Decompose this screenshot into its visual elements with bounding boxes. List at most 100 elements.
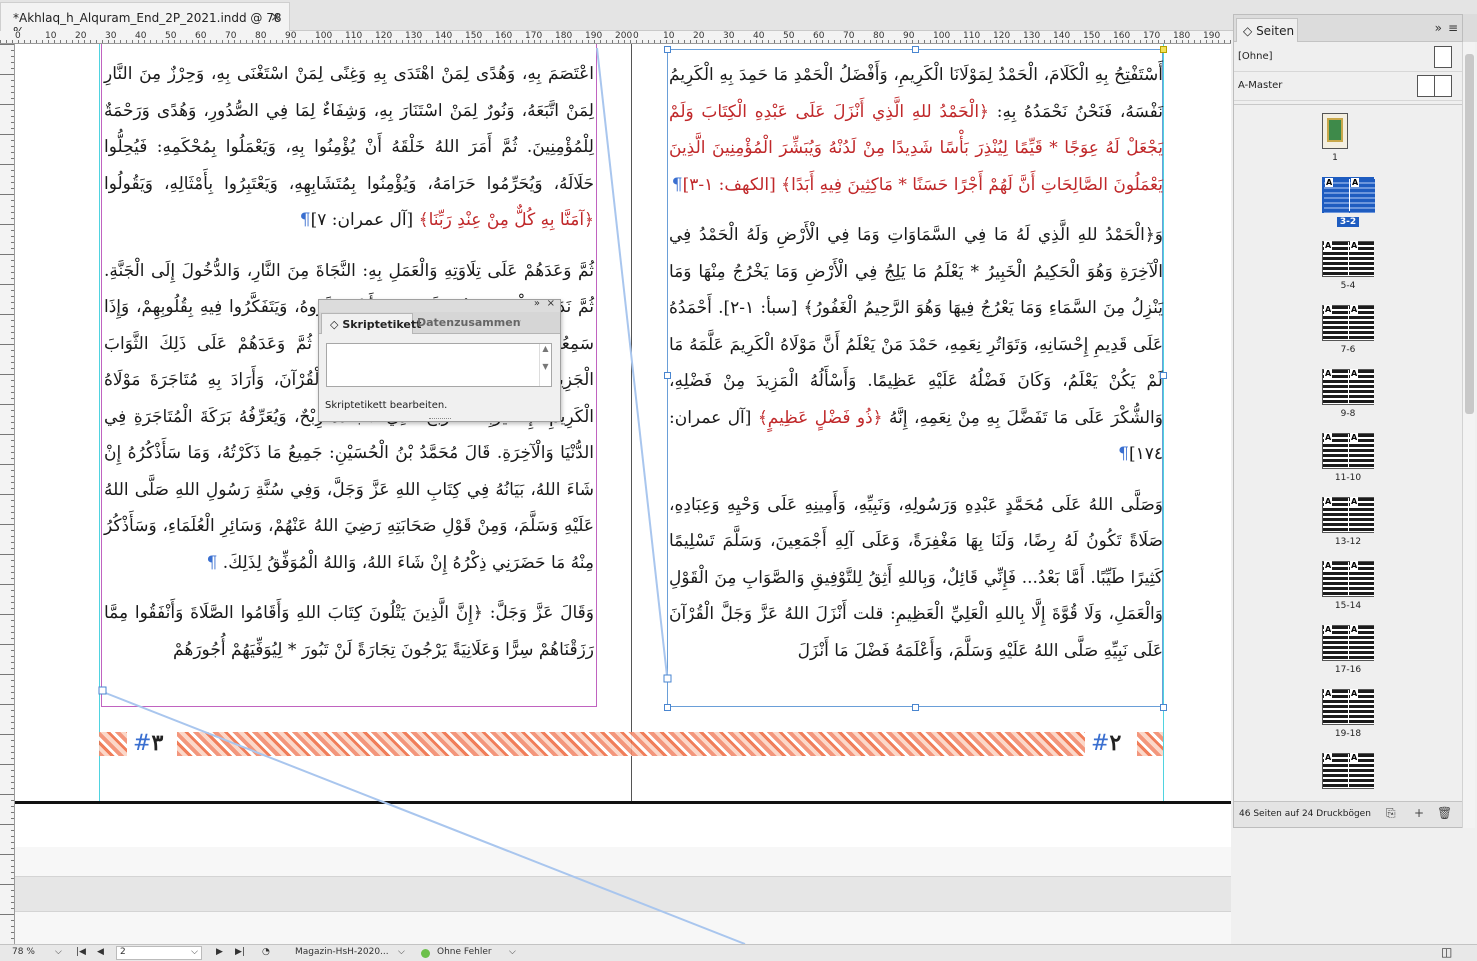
tab-data-merge[interactable]: Datenzusammenfü xyxy=(417,316,521,329)
ruler-tick xyxy=(648,40,649,43)
previous-page-icon[interactable]: ◀ xyxy=(97,947,104,957)
ruler-tick xyxy=(1188,40,1189,43)
ruler-tick xyxy=(11,296,14,297)
view-mode-icon[interactable]: ◫ xyxy=(1441,945,1452,959)
spread-thumbnail[interactable]: 1 xyxy=(1234,113,1434,177)
spread-thumbnail[interactable]: A A 19-18 xyxy=(1234,689,1434,753)
vertical-ruler[interactable] xyxy=(0,44,15,944)
resize-grip[interactable] xyxy=(429,418,451,421)
ruler-tick xyxy=(11,446,14,447)
ruler-tick xyxy=(162,40,163,43)
close-panel-icon[interactable]: × xyxy=(547,298,555,309)
preflight-profile[interactable]: Magazin-HsH-2020... xyxy=(295,947,389,957)
spread-thumbnail[interactable]: A A 11-10 xyxy=(1234,433,1434,497)
spread-thumbnail[interactable]: A A 15-14 xyxy=(1234,561,1434,625)
ruler-tick xyxy=(330,40,331,43)
spread-thumbnail[interactable]: A A 7-6 xyxy=(1234,305,1434,369)
master-a[interactable]: A-Master xyxy=(1234,72,1462,101)
ruler-tick xyxy=(11,656,14,657)
preflight-dropdown-icon[interactable]: ⌵ xyxy=(509,947,516,957)
ruler-tick xyxy=(11,830,14,831)
tab-options-icon: ◇ xyxy=(1243,24,1253,38)
ruler-tick xyxy=(336,40,337,43)
document-tab[interactable]: *Akhlaq_h_Alquram_End_2P_2021.indd @ 78 … xyxy=(0,2,290,39)
page-number-field[interactable]: 2 ⌵ xyxy=(116,946,202,960)
profile-dropdown-icon[interactable]: ⌵ xyxy=(398,947,405,957)
edit-page-size-icon[interactable]: ⎘ xyxy=(1386,806,1396,821)
ruler-tick xyxy=(0,404,14,405)
ruler-tick xyxy=(11,170,14,171)
ruler-tick xyxy=(11,152,14,153)
spread-thumbnail[interactable]: A A 17-16 xyxy=(1234,625,1434,689)
ruler-tick xyxy=(11,206,14,207)
ruler-tick xyxy=(11,860,14,861)
spread-thumbnail[interactable]: A A 5-4 xyxy=(1234,241,1434,305)
ruler-tick xyxy=(234,40,235,43)
ruler-tick xyxy=(11,746,14,747)
ruler-tick xyxy=(48,40,49,43)
panel-title-bar[interactable]: » × xyxy=(319,298,560,312)
master-none[interactable]: [Ohne] xyxy=(1234,43,1462,72)
ruler-tick xyxy=(11,788,14,789)
tab-script-label[interactable]: ◇ Skriptetikett xyxy=(321,313,421,334)
document-canvas[interactable]: اعْتَصَمَ بِهِ، وَهُدًى لِمَنْ اهْتَدَى … xyxy=(15,44,1231,944)
ruler-tick xyxy=(11,62,14,63)
master-thumbnail xyxy=(1434,46,1452,68)
master-letter: A xyxy=(1350,241,1359,250)
ruler-tick xyxy=(0,734,14,735)
spread-label-text: 3-2 xyxy=(1336,217,1360,227)
ruler-tick xyxy=(366,40,367,43)
close-tab-icon[interactable]: × xyxy=(270,10,281,25)
spread-thumbnail[interactable]: A A 9-8 xyxy=(1234,369,1434,433)
master-letter: A xyxy=(1324,561,1333,570)
ruler-tick xyxy=(198,40,199,43)
textarea-scrollbar[interactable]: ▲ ▼ xyxy=(539,344,551,386)
ruler-tick xyxy=(996,40,997,43)
ruler-tick xyxy=(30,40,31,43)
spread-thumbnail[interactable]: A A 13-12 xyxy=(1234,497,1434,561)
ruler-tick xyxy=(11,662,14,663)
horizontal-ruler[interactable]: 0 10 20 30 40 50 60 70 80 90 100 110 120 130 140 150 160… xyxy=(0,31,1231,44)
ruler-tick xyxy=(0,254,14,255)
page-thumbnails[interactable]: 1 A A 3-2 A A 5-4 A A 7-6 A A 9-8 A A 11-10 A A 13-12 A A 15-… xyxy=(1234,104,1462,799)
preflight-status[interactable]: Ohne Fehler xyxy=(437,947,492,957)
spread-label-text: 9-8 xyxy=(1340,409,1356,419)
zoom-dropdown-icon[interactable]: ⌵ xyxy=(55,947,62,957)
ruler-tick xyxy=(1038,40,1039,43)
spread-label: 13-12 xyxy=(1322,537,1374,547)
collapse-panel-icon[interactable]: » xyxy=(534,298,540,309)
ruler-tick xyxy=(0,674,14,675)
open-document-icon[interactable]: ◔ xyxy=(262,947,270,957)
spread-thumbnail[interactable]: AA xyxy=(1234,753,1434,799)
pages-scrollbar[interactable] xyxy=(1462,42,1475,828)
spread-thumbnail[interactable]: A A 3-2 xyxy=(1234,177,1434,241)
ruler-tick xyxy=(11,80,14,81)
script-label-panel[interactable]: » × ◇ Skriptetikett Datenzusammenfü ▲▼ S… xyxy=(318,298,561,422)
ruler-tick xyxy=(276,40,277,43)
collapse-panel-icon[interactable]: » xyxy=(1435,21,1442,35)
last-page-icon[interactable]: ▶| xyxy=(235,947,245,957)
ruler-tick xyxy=(444,40,445,43)
ruler-tick xyxy=(11,596,14,597)
spread-preview: AA xyxy=(1322,433,1374,469)
ruler-tick xyxy=(11,530,14,531)
ruler-tick xyxy=(1218,40,1219,43)
pages-panel[interactable]: ◇ Seiten » ≡ [Ohne] A-Master 1 A A 3-2 A A 5-4… xyxy=(1233,14,1463,828)
panel-menu-icon[interactable]: ≡ xyxy=(1448,21,1458,35)
next-page-icon[interactable]: ▶ xyxy=(216,947,223,957)
ruler-tick xyxy=(900,40,901,43)
script-label-textarea[interactable]: ▲ ▼ xyxy=(326,343,552,387)
ruler-tick xyxy=(11,506,14,507)
master-letter: A xyxy=(1350,433,1359,442)
ruler-tick xyxy=(11,722,14,723)
scrollbar-thumb[interactable] xyxy=(1465,54,1474,414)
ruler-tick xyxy=(1146,40,1147,43)
page-dropdown-icon[interactable]: ⌵ xyxy=(191,947,198,957)
ruler-tick xyxy=(396,40,397,43)
first-page-icon[interactable]: |◀ xyxy=(76,947,86,957)
tab-pages[interactable]: ◇ Seiten xyxy=(1236,18,1298,42)
delete-page-icon[interactable]: 🗑 xyxy=(1437,806,1452,820)
ruler-tick xyxy=(1134,40,1135,43)
new-page-icon[interactable]: + xyxy=(1414,806,1424,820)
zoom-level[interactable]: 78 % xyxy=(12,947,35,957)
